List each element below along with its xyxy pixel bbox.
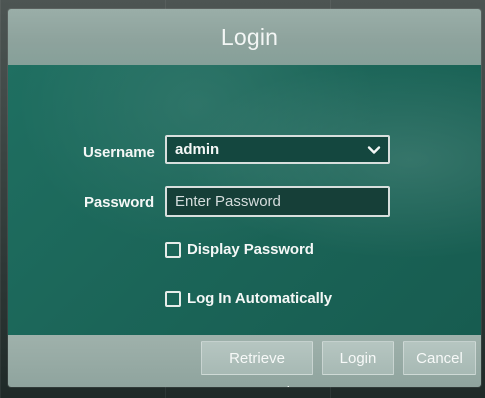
dialog-title: Login (220, 23, 279, 50)
chevron-down-icon (365, 141, 383, 159)
login-dialog: Login Username admin Password Display Pa… (8, 9, 481, 387)
password-input[interactable] (165, 186, 390, 217)
display-password-checkbox[interactable] (165, 241, 181, 258)
login-button[interactable]: Login (322, 341, 394, 375)
log-in-automatically-option[interactable]: Log In Automatically (165, 290, 332, 307)
password-label: Password (84, 194, 155, 211)
retrieve-password-button[interactable]: Retrieve Password (201, 341, 313, 387)
display-password-label: Display Password (187, 241, 314, 258)
display-password-option[interactable]: Display Password (165, 241, 314, 258)
dialog-footer: Retrieve Password Login Cancel (8, 335, 481, 387)
dialog-titlebar: Login (8, 9, 481, 65)
log-in-automatically-checkbox[interactable] (165, 290, 181, 307)
username-select[interactable]: admin (165, 135, 390, 164)
username-label: Username (83, 144, 155, 161)
log-in-automatically-label: Log In Automatically (187, 290, 332, 307)
cancel-button[interactable]: Cancel (403, 341, 476, 375)
dialog-body: Username admin Password Display Password… (8, 65, 481, 335)
username-value: admin (175, 141, 220, 158)
